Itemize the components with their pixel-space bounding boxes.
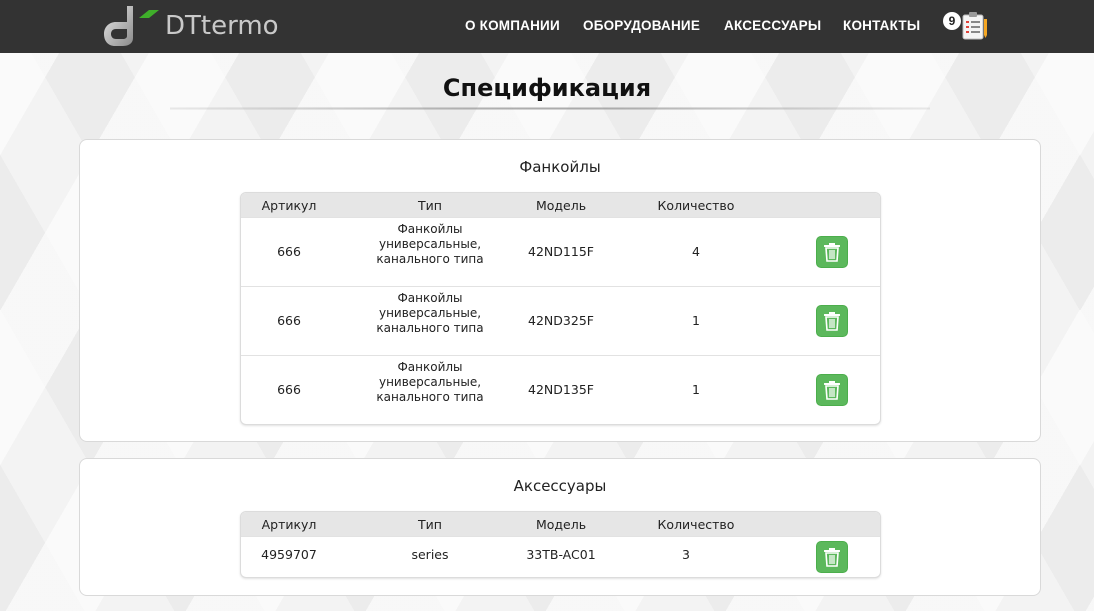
page-title: Спецификация bbox=[442, 74, 652, 102]
column-header-article: Артикул bbox=[261, 198, 317, 213]
column-header-qty: Количество bbox=[657, 517, 735, 532]
table-row: 666 Фанкойлы универсальные, канального т… bbox=[241, 286, 880, 355]
trash-icon bbox=[824, 381, 840, 400]
cart-count-badge: 9 bbox=[943, 12, 961, 30]
cell-qty: 4 bbox=[692, 244, 700, 259]
delete-button[interactable] bbox=[816, 374, 848, 406]
spec-table: Артикул Тип Модель Количество 666 Фанкой… bbox=[240, 192, 881, 425]
trash-icon bbox=[824, 243, 840, 262]
cell-type: Фанкойлы универсальные, канального типа bbox=[376, 360, 484, 404]
table-row: 4959707 series 33TB-AC01 3 bbox=[241, 536, 880, 577]
cell-qty: 1 bbox=[692, 313, 700, 328]
nav-item-contacts[interactable]: КОНТАКТЫ bbox=[843, 18, 920, 33]
cell-model: 33TB-AC01 bbox=[526, 547, 596, 562]
cell-article: 666 bbox=[277, 313, 301, 328]
brand-name: DTtermo bbox=[165, 11, 279, 41]
nav-item-equipment[interactable]: ОБОРУДОВАНИЕ bbox=[583, 18, 700, 33]
table-header: Артикул Тип Модель Количество bbox=[241, 193, 880, 217]
dt-logo-icon bbox=[104, 6, 159, 46]
table-row: 666 Фанкойлы универсальные, канального т… bbox=[241, 217, 880, 286]
column-header-model: Модель bbox=[535, 517, 587, 532]
column-header-type: Тип bbox=[418, 198, 442, 213]
delete-button[interactable] bbox=[816, 236, 848, 268]
cell-qty: 3 bbox=[682, 547, 690, 562]
delete-button[interactable] bbox=[816, 305, 848, 337]
cell-type: Фанкойлы универсальные, канального типа bbox=[376, 291, 484, 335]
spec-table: Артикул Тип Модель Количество 4959707 se… bbox=[240, 511, 881, 578]
section-title: Фанкойлы bbox=[519, 158, 601, 176]
cell-type: series bbox=[411, 547, 449, 562]
title-underline bbox=[170, 107, 930, 110]
cell-model: 42ND115F bbox=[528, 244, 594, 259]
cell-article: 666 bbox=[277, 244, 301, 259]
section-title: Аксессуары bbox=[513, 477, 607, 495]
specification-cart[interactable]: 9 bbox=[943, 11, 989, 41]
delete-button[interactable] bbox=[816, 541, 848, 573]
cell-type: Фанкойлы универсальные, канального типа bbox=[376, 222, 484, 266]
section-panel-fancoils: Фанкойлы Артикул Тип Модель Количество 6… bbox=[79, 139, 1041, 442]
column-header-model: Модель bbox=[535, 198, 587, 213]
cell-model: 42ND135F bbox=[528, 382, 594, 397]
column-header-article: Артикул bbox=[261, 517, 317, 532]
top-navigation-bar: DTtermo О КОМПАНИИ ОБОРУДОВАНИЕ АКСЕССУА… bbox=[0, 0, 1094, 53]
column-header-type: Тип bbox=[418, 517, 442, 532]
cell-model: 42ND325F bbox=[528, 313, 594, 328]
table-row: 666 Фанкойлы универсальные, канального т… bbox=[241, 355, 880, 424]
cell-article: 666 bbox=[277, 382, 301, 397]
cell-article: 4959707 bbox=[261, 547, 317, 562]
section-panel-accessories: Аксессуары Артикул Тип Модель Количество… bbox=[79, 458, 1041, 596]
table-header: Артикул Тип Модель Количество bbox=[241, 512, 880, 536]
nav-item-accessories[interactable]: АКСЕССУАРЫ bbox=[724, 18, 821, 33]
column-header-qty: Количество bbox=[657, 198, 735, 213]
cell-qty: 1 bbox=[692, 382, 700, 397]
clipboard-list-icon bbox=[962, 12, 987, 40]
brand-logo[interactable]: DTtermo bbox=[103, 2, 279, 48]
trash-icon bbox=[824, 548, 840, 567]
trash-icon bbox=[824, 312, 840, 331]
nav-item-about[interactable]: О КОМПАНИИ bbox=[465, 18, 560, 33]
